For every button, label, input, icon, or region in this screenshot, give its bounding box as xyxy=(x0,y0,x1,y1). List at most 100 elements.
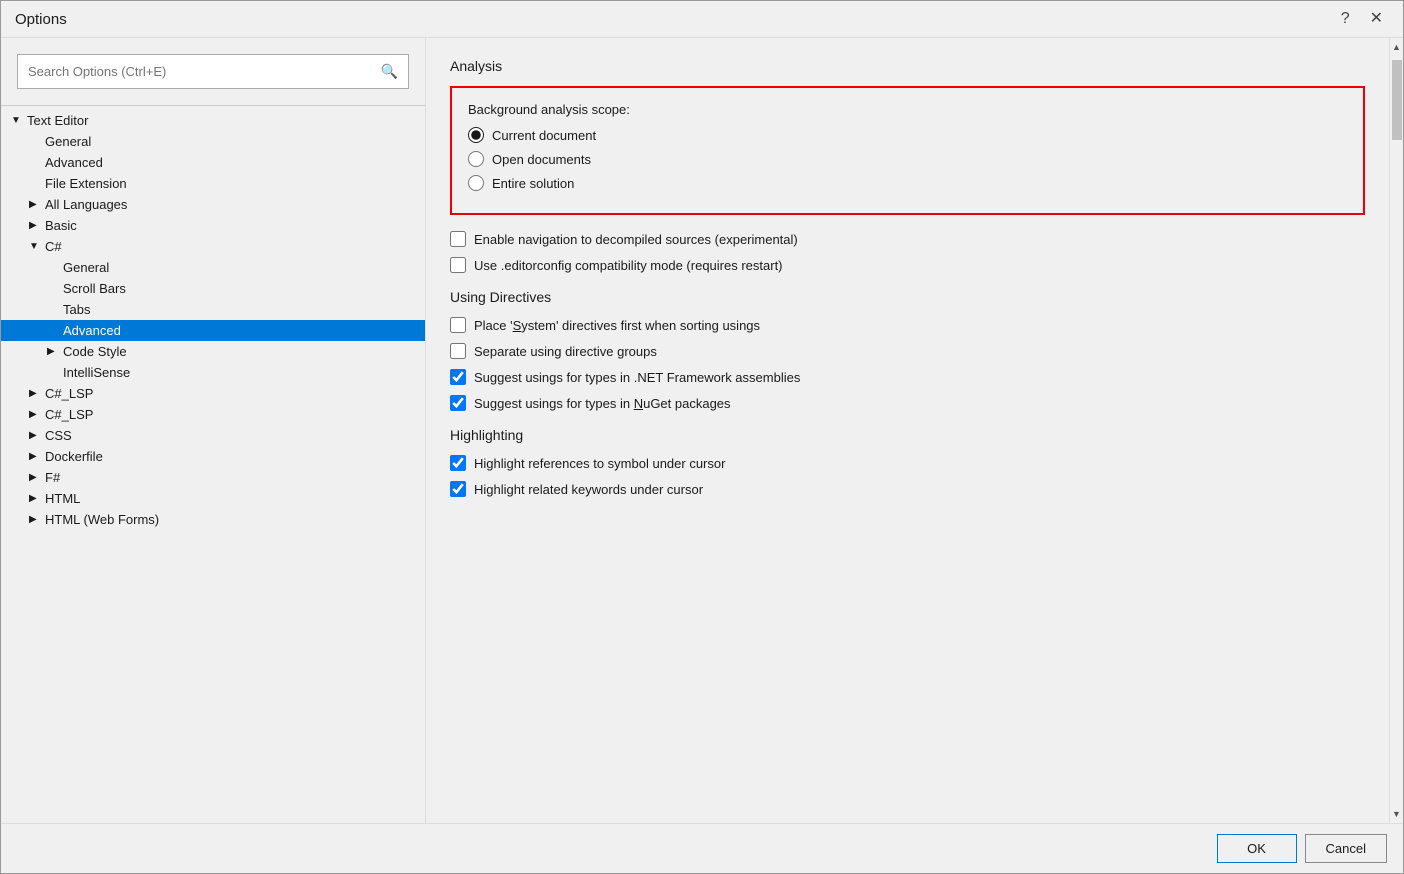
tree-arrow-basic: ▶ xyxy=(29,220,41,231)
radio-entire-solution-label: Entire solution xyxy=(492,176,574,191)
analysis-section-title: Analysis xyxy=(450,58,1365,74)
tree-item-basic[interactable]: ▶ Basic xyxy=(1,215,425,236)
tree-arrow-html-web-forms: ▶ xyxy=(29,514,41,525)
tree-item-csharp-general[interactable]: General xyxy=(1,257,425,278)
checkbox-highlight-refs[interactable]: Highlight references to symbol under cur… xyxy=(450,455,1365,471)
tree-arrow-csharp-lsp-2: ▶ xyxy=(29,409,41,420)
tree-label-html: HTML xyxy=(45,491,80,506)
close-button[interactable]: ✕ xyxy=(1364,9,1389,29)
radio-entire-solution[interactable]: Entire solution xyxy=(468,175,1347,191)
radio-current-doc-input[interactable] xyxy=(468,127,484,143)
tree-label-advanced: Advanced xyxy=(63,323,121,338)
tree-label-fsharp: F# xyxy=(45,470,60,485)
tree-label-scroll-bars: Scroll Bars xyxy=(63,281,126,296)
tree-label-tabs: Tabs xyxy=(63,302,90,317)
radio-open-docs-label: Open documents xyxy=(492,152,591,167)
radio-entire-solution-input[interactable] xyxy=(468,175,484,191)
checkbox-suggest-net-label: Suggest usings for types in .NET Framewo… xyxy=(474,370,800,385)
tree-item-dockerfile[interactable]: ▶ Dockerfile xyxy=(1,446,425,467)
title-bar-left: Options xyxy=(15,11,67,28)
tree-arrow-text-editor: ▼ xyxy=(11,115,23,126)
right-scroll-area: Analysis Background analysis scope: Curr… xyxy=(426,38,1389,823)
scroll-thumb[interactable] xyxy=(1392,60,1402,140)
checkbox-system-first-label: Place 'System' directives first when sor… xyxy=(474,318,760,333)
checkbox-highlight-refs-label: Highlight references to symbol under cur… xyxy=(474,456,725,471)
checkbox-highlight-keywords[interactable]: Highlight related keywords under cursor xyxy=(450,481,1365,497)
tree-label-csharp-lsp-1: C#_LSP xyxy=(45,386,93,401)
tree-label-basic: Basic xyxy=(45,218,77,233)
right-scrollbar: ▲ ▼ xyxy=(1389,38,1403,823)
checkbox-editorconfig[interactable]: Use .editorconfig compatibility mode (re… xyxy=(450,257,1365,273)
tree-label-all-languages: All Languages xyxy=(45,197,127,212)
tree-label-code-style: Code Style xyxy=(63,344,127,359)
tree-item-tabs[interactable]: Tabs xyxy=(1,299,425,320)
tree-label-csharp-lsp-2: C#_LSP xyxy=(45,407,93,422)
scroll-thumb-area xyxy=(1390,56,1403,805)
tree-item-advanced[interactable]: Advanced xyxy=(1,320,425,341)
tree-item-css[interactable]: ▶ CSS xyxy=(1,425,425,446)
radio-current-doc[interactable]: Current document xyxy=(468,127,1347,143)
tree-label-text-editor: Text Editor xyxy=(27,113,88,128)
tree-item-general[interactable]: General xyxy=(1,131,425,152)
tree-item-advanced-top[interactable]: Advanced xyxy=(1,152,425,173)
tree-item-csharp[interactable]: ▼C# xyxy=(1,236,425,257)
checkbox-separate-groups-label: Separate using directive groups xyxy=(474,344,657,359)
checkbox-editorconfig-label: Use .editorconfig compatibility mode (re… xyxy=(474,258,783,273)
checkbox-suggest-nuget-input[interactable] xyxy=(450,395,466,411)
tree-item-scroll-bars[interactable]: Scroll Bars xyxy=(1,278,425,299)
tree-item-html-web-forms[interactable]: ▶HTML (Web Forms) xyxy=(1,509,425,530)
tree-item-csharp-lsp-1[interactable]: ▶ C#_LSP xyxy=(1,383,425,404)
right-panel: Analysis Background analysis scope: Curr… xyxy=(426,38,1403,823)
checkbox-system-first[interactable]: Place 'System' directives first when sor… xyxy=(450,317,1365,333)
help-button[interactable]: ? xyxy=(1335,9,1356,29)
tree-arrow-all-languages: ▶ xyxy=(29,199,41,210)
checkbox-nav-decompiled[interactable]: Enable navigation to decompiled sources … xyxy=(450,231,1365,247)
tree-arrow-dockerfile: ▶ xyxy=(29,451,41,462)
ok-button[interactable]: OK xyxy=(1217,834,1297,863)
tree-label-csharp: C# xyxy=(45,239,62,254)
highlighting-section-title: Highlighting xyxy=(450,427,1365,443)
tree-item-all-languages[interactable]: ▶ All Languages xyxy=(1,194,425,215)
tree-arrow-code-style: ▶ xyxy=(47,346,59,357)
tree-label-dockerfile: Dockerfile xyxy=(45,449,103,464)
tree-arrow-html: ▶ xyxy=(29,493,41,504)
scroll-up-arrow[interactable]: ▲ xyxy=(1390,38,1404,56)
checkbox-highlight-refs-input[interactable] xyxy=(450,455,466,471)
checkbox-separate-groups-input[interactable] xyxy=(450,343,466,359)
checkbox-suggest-nuget[interactable]: Suggest usings for types in NuGet packag… xyxy=(450,395,1365,411)
tree-item-text-editor[interactable]: ▼ Text Editor xyxy=(1,110,425,131)
checkbox-suggest-net[interactable]: Suggest usings for types in .NET Framewo… xyxy=(450,369,1365,385)
tree-arrow-css: ▶ xyxy=(29,430,41,441)
radio-open-docs[interactable]: Open documents xyxy=(468,151,1347,167)
scroll-down-arrow[interactable]: ▼ xyxy=(1390,805,1404,823)
checkbox-editorconfig-input[interactable] xyxy=(450,257,466,273)
checkbox-suggest-net-input[interactable] xyxy=(450,369,466,385)
dialog-title: Options xyxy=(15,11,67,28)
tree-item-file-extension[interactable]: File Extension xyxy=(1,173,425,194)
search-input[interactable] xyxy=(28,64,381,79)
checkbox-separate-groups[interactable]: Separate using directive groups xyxy=(450,343,1365,359)
radio-open-docs-input[interactable] xyxy=(468,151,484,167)
checkbox-highlight-keywords-label: Highlight related keywords under cursor xyxy=(474,482,703,497)
tree-item-code-style[interactable]: ▶ Code Style xyxy=(1,341,425,362)
tree-item-csharp-lsp-2[interactable]: ▶ C#_LSP xyxy=(1,404,425,425)
tree-arrow-csharp-lsp-1: ▶ xyxy=(29,388,41,399)
checkbox-nav-decompiled-input[interactable] xyxy=(450,231,466,247)
left-panel: 🔍 ▼ Text Editor General Advanced File Extens… xyxy=(1,38,426,823)
checkbox-nav-decompiled-label: Enable navigation to decompiled sources … xyxy=(474,232,798,247)
search-bar: 🔍 xyxy=(17,54,409,89)
using-directives-section-title: Using Directives xyxy=(450,289,1365,305)
tree-label-file-extension: File Extension xyxy=(45,176,127,191)
tree-arrow-fsharp: ▶ xyxy=(29,472,41,483)
tree-label-csharp-general: General xyxy=(63,260,109,275)
tree-label-general: General xyxy=(45,134,91,149)
tree-item-intellisense[interactable]: IntelliSense xyxy=(1,362,425,383)
cancel-button[interactable]: Cancel xyxy=(1305,834,1387,863)
radio-current-doc-label: Current document xyxy=(492,128,596,143)
tree: ▼ Text Editor General Advanced File Extensio… xyxy=(1,106,425,823)
tree-item-fsharp[interactable]: ▶ F# xyxy=(1,467,425,488)
checkbox-system-first-input[interactable] xyxy=(450,317,466,333)
tree-item-html[interactable]: ▶ HTML xyxy=(1,488,425,509)
checkbox-highlight-keywords-input[interactable] xyxy=(450,481,466,497)
tree-label-css: CSS xyxy=(45,428,72,443)
